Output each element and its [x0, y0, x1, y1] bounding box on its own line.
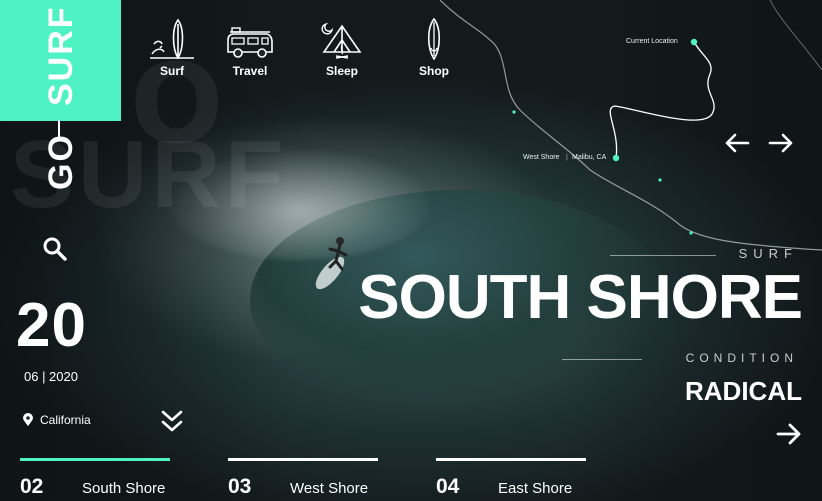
condition-divider: [562, 359, 642, 360]
condition-label: CONDITION: [685, 351, 798, 365]
carousel-arrows: [724, 130, 794, 156]
nav-item-travel[interactable]: Travel: [204, 18, 296, 78]
map-label-west-shore: West Shore: [523, 154, 560, 161]
tab-label: East Shore: [498, 480, 573, 497]
category-divider: [610, 255, 716, 256]
nav-item-surf[interactable]: Surf: [140, 18, 204, 78]
brand-word-surf: SURF: [42, 5, 80, 106]
search-icon: [43, 237, 67, 261]
location[interactable]: California: [22, 413, 91, 427]
tab-east-shore[interactable]: 04 East Shore: [436, 458, 586, 499]
page-title: SOUTH SHORE: [358, 263, 803, 332]
top-nav: Surf Travel Sleep Shop: [140, 18, 480, 78]
shore-tabs: 02 South Shore 03 West Shore 04 East Sho…: [20, 458, 586, 499]
arrow-right-icon: [776, 423, 801, 445]
condition-value: RADICAL: [685, 376, 802, 406]
date-month-year: 06 | 2020: [24, 369, 78, 384]
nav-item-sleep[interactable]: Sleep: [296, 18, 388, 78]
go-button[interactable]: [776, 422, 802, 448]
map-label-malibu: Malibu, CA: [572, 154, 607, 161]
arrow-left-icon: [725, 133, 750, 153]
brand-word-go: GO: [42, 133, 80, 190]
search-button[interactable]: [42, 236, 68, 262]
surfboard-wave-icon: [150, 18, 194, 60]
nav-label-sleep: Sleep: [325, 64, 358, 78]
map-label-current-location: Current Location: [626, 38, 678, 45]
tab-west-shore[interactable]: 03 West Shore: [228, 458, 378, 499]
van-icon: [227, 27, 273, 58]
location-label: California: [40, 413, 91, 427]
category-label: SURF: [738, 246, 798, 261]
tent-moon-icon: [321, 22, 362, 59]
arrow-right-icon: [768, 133, 793, 153]
nav-label-surf: Surf: [160, 64, 184, 78]
tab-number: 02: [20, 475, 44, 498]
nav-label-travel: Travel: [232, 64, 268, 78]
next-slide-button[interactable]: [768, 130, 794, 156]
scroll-down-button[interactable]: [160, 408, 184, 436]
tab-number: 04: [436, 475, 460, 498]
tab-label: West Shore: [290, 480, 369, 497]
tab-south-shore[interactable]: 02 South Shore: [20, 458, 170, 499]
date-day: 20: [16, 291, 87, 360]
tab-number: 03: [228, 475, 252, 498]
tab-label: South Shore: [82, 480, 166, 497]
map-label-separator: |: [566, 154, 568, 161]
location-pin-icon: [23, 413, 33, 426]
double-chevron-down-icon: [161, 410, 183, 432]
prev-button[interactable]: [724, 130, 750, 156]
